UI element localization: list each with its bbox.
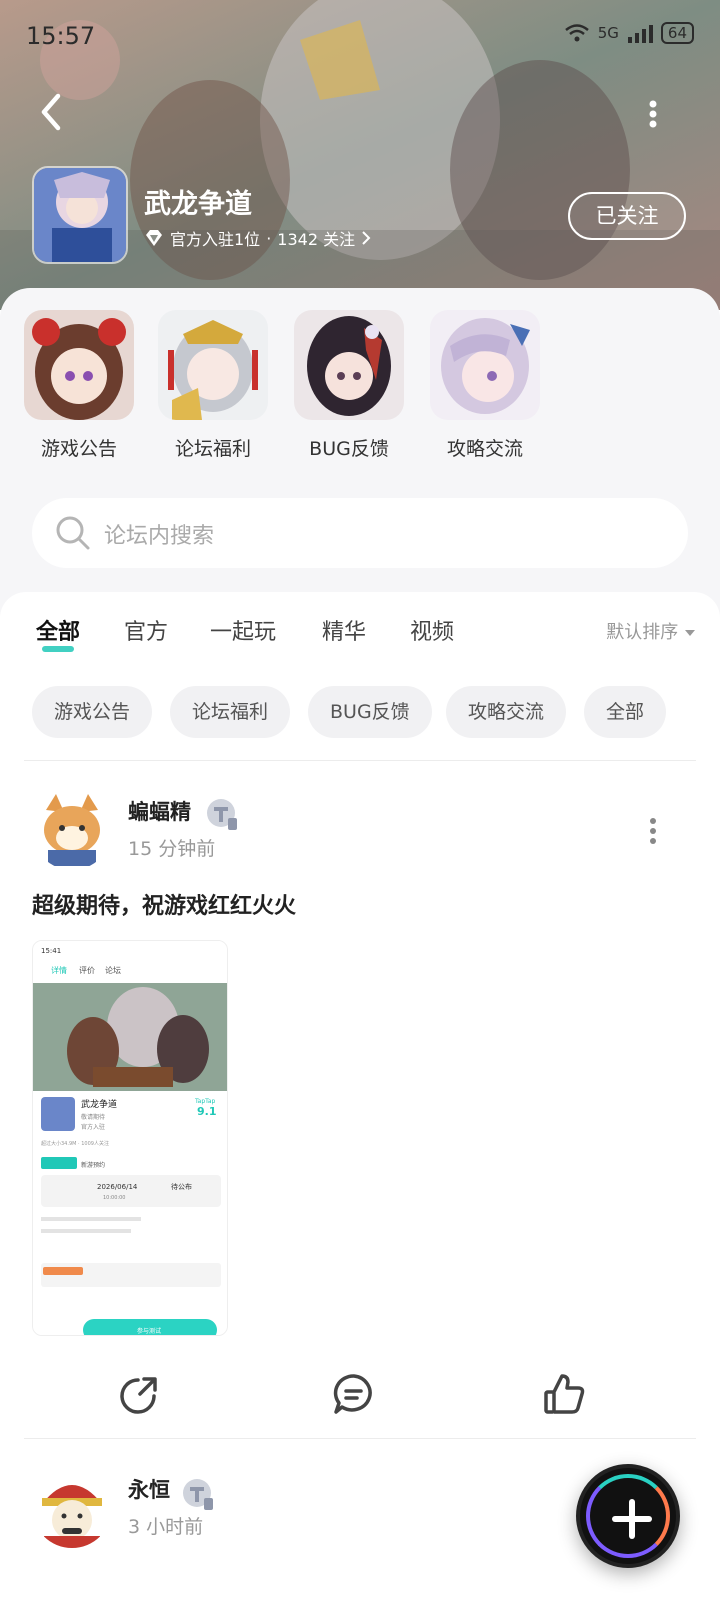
author-avatar[interactable]	[32, 1468, 112, 1548]
network-label: 5G	[597, 24, 619, 42]
shot-tab-forum: 论坛	[105, 965, 121, 975]
wifi-icon	[564, 24, 589, 42]
tab-all[interactable]: 全部	[36, 614, 81, 652]
forum-title: 武龙争道	[144, 189, 252, 220]
tab-official[interactable]: 官方	[124, 614, 168, 646]
post-time: 3 小时前	[128, 1516, 204, 1538]
author-name[interactable]: 永恒	[128, 1474, 170, 1504]
post-more-icon[interactable]	[648, 816, 658, 846]
tab-label: 官方	[124, 620, 169, 645]
shot-tag: 新游预约	[81, 1161, 105, 1169]
tab-label: 视频	[410, 620, 455, 645]
comment-icon[interactable]	[330, 1370, 378, 1418]
divider	[24, 760, 696, 761]
shot-date: 2026/06/14	[97, 1183, 138, 1191]
category-label: 游戏公告	[40, 438, 117, 460]
create-post-button[interactable]	[576, 1464, 680, 1568]
shot-rating: 9.1	[197, 1105, 217, 1118]
chip-strategy-exchange[interactable]: 攻略交流	[446, 686, 567, 738]
author-avatar[interactable]	[32, 790, 112, 870]
more-vertical-icon[interactable]	[646, 96, 660, 132]
chip-all[interactable]: 全部	[584, 686, 667, 738]
post-text[interactable]: 超级期待，祝游戏红红火火	[32, 888, 296, 920]
category-game-announcements[interactable]: 游戏公告	[14, 310, 144, 461]
screenshot-thumbnail: 15:41 详情 评价 论坛 武龙争道 敬请期待 官方入驻 TapTap 9.1…	[33, 941, 227, 1335]
sort-label: 默认排序	[606, 622, 679, 643]
chip-forum-benefits[interactable]: 论坛福利	[170, 686, 291, 738]
category-label: 攻略交流	[446, 438, 523, 460]
tab-featured[interactable]: 精华	[322, 614, 366, 646]
level-badge-icon	[183, 1479, 213, 1510]
category-image	[158, 310, 268, 420]
followers-count: 1342 关注	[277, 230, 356, 249]
forum-meta[interactable]: 官方入驻1位 · 1342 关注	[144, 226, 371, 250]
category-image	[24, 310, 134, 420]
signal-icon	[627, 25, 653, 43]
tab-play-together[interactable]: 一起玩	[210, 614, 276, 646]
shot-rating-brand: TapTap	[194, 1098, 216, 1105]
tab-label: 精华	[322, 620, 367, 645]
shot-stats: 超过大小34.9M · 1009人关注	[41, 1140, 109, 1147]
filter-chips: 游戏公告 论坛福利 BUG反馈 攻略交流 全部	[0, 686, 720, 738]
category-forum-benefits[interactable]: 论坛福利	[148, 310, 278, 461]
post-screenshot[interactable]: 15:41 详情 评价 论坛 武龙争道 敬请期待 官方入驻 TapTap 9.1…	[32, 940, 228, 1336]
follow-button[interactable]: 已关注	[568, 192, 686, 240]
divider	[24, 1438, 696, 1439]
status-bar: 15:57 5G 64	[0, 0, 720, 72]
shot-time: 15:41	[41, 947, 61, 955]
like-icon[interactable]	[540, 1370, 588, 1418]
tab-label: 全部	[36, 620, 81, 645]
plus-icon	[629, 1499, 635, 1539]
search-bar[interactable]: 论坛内搜索	[32, 498, 688, 568]
status-icons: 5G 64	[564, 22, 694, 44]
shot-game-name: 武龙争道	[81, 1098, 117, 1110]
forum-body: 游戏公告 论坛福利 BUG反馈 攻略交流 论坛内搜索 全部 官方 一起玩 精华 …	[0, 288, 720, 1612]
feed-tabs: 全部 官方 一起玩 精华 视频 默认排序	[0, 614, 720, 664]
active-tab-indicator	[42, 646, 75, 652]
shot-official: 官方入驻	[81, 1123, 105, 1131]
forum-header: 15:57 5G 64 武龙争道 官方入驻1位 · 1342 关注 已关注	[0, 0, 720, 310]
level-badge-icon	[207, 799, 237, 830]
official-residents-text: 官方入驻1位	[170, 230, 261, 249]
post-feed: 全部 官方 一起玩 精华 视频 默认排序 游戏公告 论坛福利 BUG反馈 攻略交…	[0, 592, 720, 1612]
chevron-right-icon	[362, 231, 371, 245]
category-image	[294, 310, 404, 420]
forum-avatar	[32, 166, 128, 264]
shot-date-sub: 10:00:00	[103, 1195, 125, 1201]
chip-bug-report[interactable]: BUG反馈	[308, 686, 432, 738]
category-label: 论坛福利	[174, 438, 251, 460]
status-time: 15:57	[26, 22, 96, 50]
category-strategy-exchange[interactable]: 攻略交流	[420, 310, 550, 461]
diamond-icon	[146, 230, 162, 246]
shot-tab-detail: 详情	[51, 965, 67, 975]
post-time: 15 分钟前	[128, 838, 216, 860]
battery-indicator: 64	[660, 22, 694, 44]
category-bug-report[interactable]: BUG反馈	[284, 310, 414, 461]
share-icon[interactable]	[116, 1370, 164, 1418]
search-placeholder: 论坛内搜索	[104, 524, 215, 549]
post-actions	[0, 1370, 720, 1420]
search-icon	[56, 516, 90, 550]
shot-game-status: 敬请期待	[81, 1113, 105, 1121]
sort-dropdown[interactable]: 默认排序	[606, 618, 696, 644]
tab-video[interactable]: 视频	[410, 614, 454, 646]
tab-label: 一起玩	[210, 620, 277, 645]
shot-join-label: 参与测试	[137, 1327, 161, 1335]
category-label: BUG反馈	[309, 438, 389, 460]
category-row: 游戏公告 论坛福利 BUG反馈 攻略交流	[0, 310, 720, 486]
category-image	[430, 310, 540, 420]
shot-tab-review: 评价	[79, 966, 95, 975]
author-name[interactable]: 蝙蝠精	[128, 796, 191, 826]
meta-separator: ·	[266, 228, 272, 248]
caret-down-icon	[685, 630, 695, 636]
chip-game-announcements[interactable]: 游戏公告	[32, 686, 153, 738]
shot-status: 待公布	[171, 1182, 192, 1191]
back-icon[interactable]	[34, 90, 70, 134]
